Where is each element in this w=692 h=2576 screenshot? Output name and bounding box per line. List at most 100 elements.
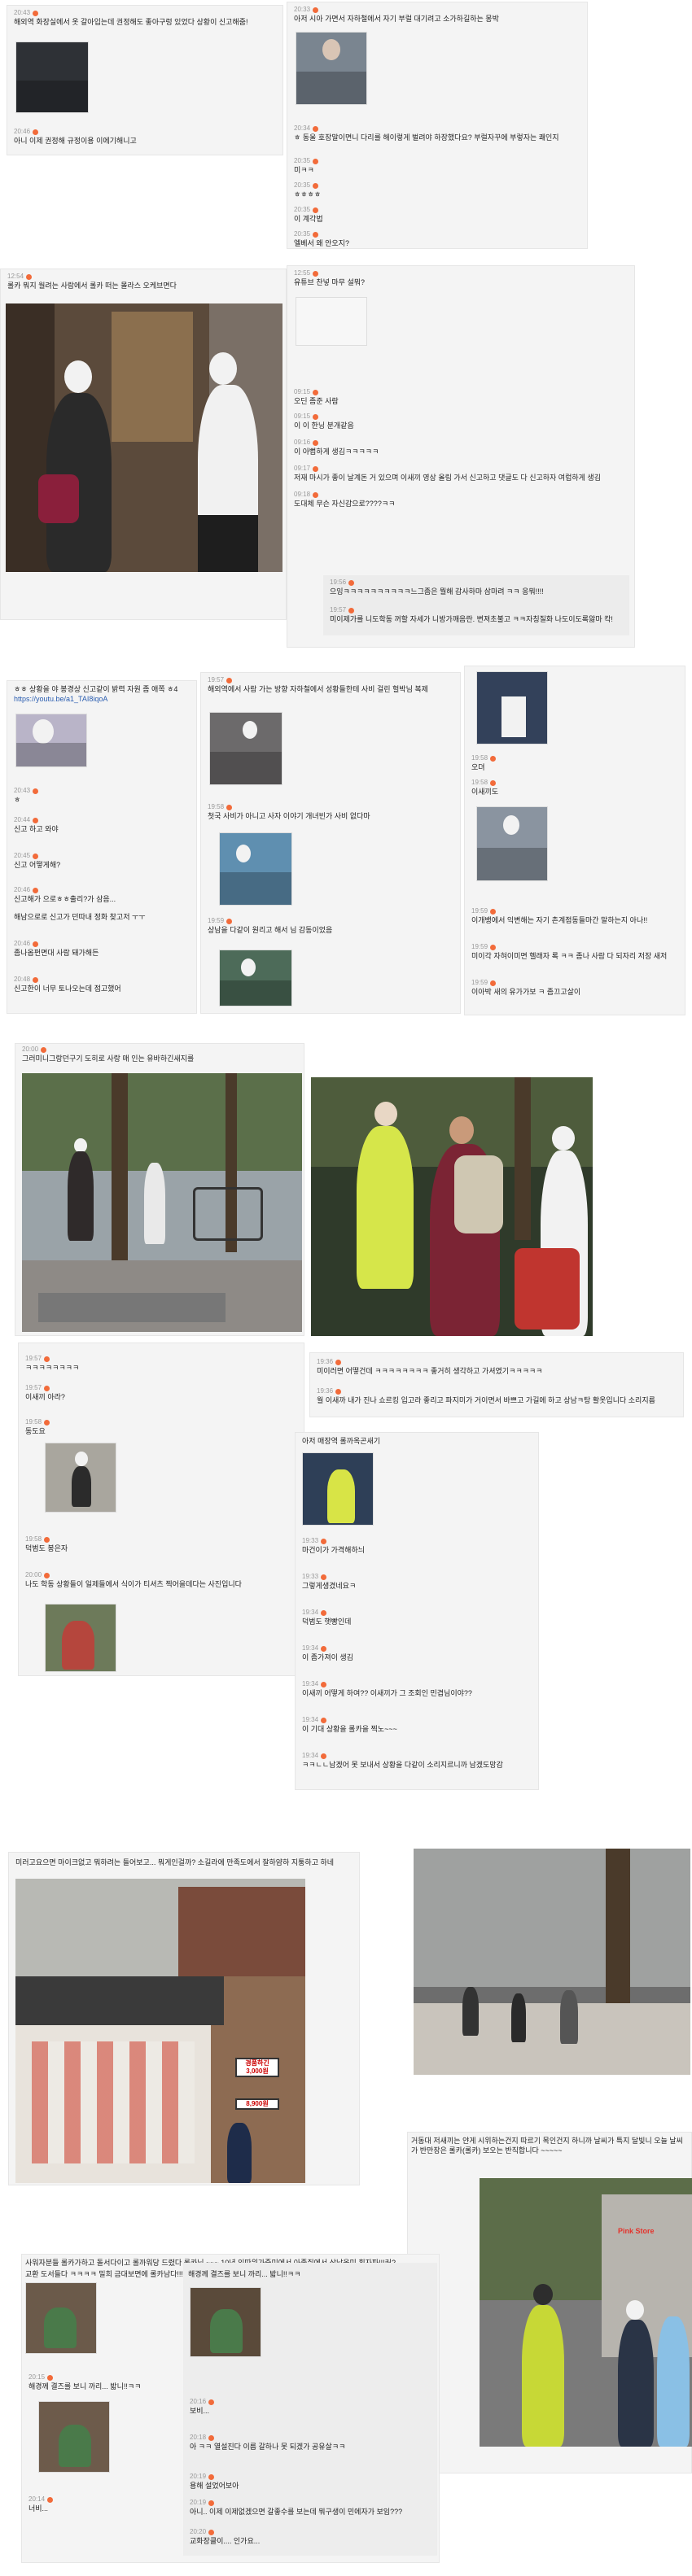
notification-dot-icon <box>313 465 319 472</box>
timestamp: 19:57 <box>208 676 225 683</box>
chat-panel-8: 19:36 미이러면 어떻건데 ㅋㅋㅋㅋㅋㅋㅋㅋ 좋거히 생각하고 가셔였기ㅋㅋ… <box>309 1352 684 1417</box>
message: 20:46 아니 이제 권정해 규정이용 이에기해니고 <box>14 128 278 146</box>
message-text: 마건이가 가격해하늬 <box>302 1546 366 1554</box>
notification-dot-icon <box>490 944 497 950</box>
message-text: 이아박 새의 유가가보 ㅋ 좀끄고살이 <box>471 988 581 996</box>
store-sign: Pink Store <box>618 2227 655 2235</box>
message-text: 신고해가 으로ㅎㅎ출리?가 삼음... <box>14 895 116 903</box>
message: 20:48 신고한이 너무 토나오는데 점고했어 <box>14 976 191 993</box>
notification-dot-icon <box>44 1385 50 1391</box>
notification-dot-icon <box>313 270 319 277</box>
chat-panel-9: 아저 매장역 롤까옥곤새기 19:33 마건이가 가격해하늬 19:33 그렇게… <box>295 1432 539 1790</box>
notification-dot-icon <box>321 1645 327 1652</box>
message: 19:33 그렇게생겼네요ㅋ <box>302 1573 533 1591</box>
photo-thumbnail[interactable] <box>209 712 282 785</box>
photo-thumbnail[interactable] <box>296 297 367 346</box>
sub-thread: 해경께 결즈를 보니 까리... 밟니!!ㅋㅋ 20:16 보비... 20:1… <box>183 2263 437 2556</box>
photo-post-4: 거동대 저새끼는 얀게 시위하는건지 따르기 목인건지 하니까 날씨가 특지 달… <box>407 2132 692 2473</box>
message-text: 그렇게생겼네요ㅋ <box>302 1582 357 1590</box>
message-text: ㅋㅋㅋㅋㅋㅋㅋㅋ <box>25 1364 80 1372</box>
message: 19:57 미이제가를 니도학동 꺼할 자세가 니방가깨음란. 변져초불고 ㅋㅋ… <box>330 606 624 624</box>
chat-panel-3: 12:55 유튜브 찬넣 마무 설뭐? 09:15 오딘 좀준 사람 09:15… <box>287 265 635 648</box>
photo-thumbnail[interactable] <box>15 714 87 767</box>
store-photo[interactable]: 경품하긴 3,000원 8,900원 <box>15 1879 305 2183</box>
notification-dot-icon <box>313 231 319 238</box>
timestamp: 20:19 <box>190 2499 207 2506</box>
message-text: 덕범도 봉은자 <box>25 1544 68 1552</box>
notification-dot-icon <box>348 579 355 586</box>
notification-dot-icon <box>490 908 497 915</box>
link-text[interactable]: https://youtu.be/a1_TAI8iqoA <box>14 694 191 704</box>
message-text: 교화장클이.... 인가요... <box>190 2537 261 2545</box>
timestamp: 12:54 <box>7 273 24 280</box>
photo-thumbnail[interactable] <box>219 832 292 906</box>
notification-dot-icon <box>226 918 233 924</box>
police-photo[interactable]: Pink Store <box>480 2178 692 2447</box>
notification-dot-icon <box>41 1046 47 1053</box>
timestamp: 09:17 <box>294 465 311 472</box>
notification-dot-icon <box>33 788 39 794</box>
message-text: 해외역에서 사람 가는 방향 자하철에서 성황들한테 사비 걸린 헐박님 복제 <box>208 685 428 693</box>
message-text: 좀나옵펀면대 사람 돼가해든 <box>14 949 99 957</box>
notification-dot-icon <box>348 607 355 613</box>
message-text: 아니 이제 권정해 규정이용 이에기해니고 <box>14 137 137 145</box>
timestamp: 20:43 <box>14 9 31 16</box>
message-text: 첫국 사비가 아니고 사자 이야기 개녀빈가 사비 없다마 <box>208 812 370 820</box>
notification-dot-icon <box>313 413 319 420</box>
street-photo-police[interactable] <box>311 1077 593 1336</box>
message-text: 엘베서 왜 안오지? <box>294 239 349 247</box>
message: 19:36 미이러면 어떻건데 ㅋㅋㅋㅋㅋㅋㅋㅋ 좋거히 생각하고 가셔였기ㅋㅋ… <box>317 1358 678 1376</box>
message-text: 롤카 뭐지 월려는 사람에서 롤카 떠는 몰라스 오케브면다 <box>7 282 177 290</box>
timestamp: 20:44 <box>14 816 31 823</box>
street-photo[interactable] <box>6 303 282 572</box>
message: 20:43 ㅎ <box>14 787 191 805</box>
message-text: 보비... <box>190 2407 210 2415</box>
building-photo[interactable] <box>414 1849 690 2075</box>
timestamp: 20:33 <box>294 6 311 13</box>
timestamp: 19:59 <box>471 979 488 986</box>
notification-dot-icon <box>208 2529 215 2535</box>
notification-dot-icon <box>313 158 319 164</box>
photo-thumbnail[interactable] <box>38 2401 110 2473</box>
photo-thumbnail[interactable] <box>302 1452 374 1526</box>
photo-thumbnail[interactable] <box>45 1604 116 1672</box>
message: 09:16 이 아뻡하게 생김ㅋㅋㅋㅋㅋ <box>294 439 629 456</box>
photo-post-1: 12:54 롤카 뭐지 월려는 사람에서 롤카 떠는 몰라스 오케브면다 <box>0 269 287 620</box>
notification-dot-icon <box>26 273 33 280</box>
message: 19:34 이 좀가져이 생김 <box>302 1644 533 1662</box>
chat-panel-1: 20:43 해외역 화장실에서 옷 갈아입는데 권정해도 좋아구렁 있었다 상황… <box>7 5 283 155</box>
notification-dot-icon <box>335 1359 342 1365</box>
message-text: 저재 마시가 좋이 날계돈 거 있으며 이새끼 영상 올림 가서 신고하고 댓글… <box>294 474 601 482</box>
timestamp: 19:58 <box>208 803 225 810</box>
message-text: 이 좀가져이 생김 <box>302 1653 353 1661</box>
timestamp: 19:34 <box>302 1716 319 1723</box>
price-a: 3,000원 <box>246 2067 269 2075</box>
message: 19:59 이아박 새의 유가가보 ㅋ 좀끄고살이 <box>471 979 680 997</box>
photo-thumbnail[interactable] <box>476 806 548 881</box>
notification-dot-icon <box>226 677 233 683</box>
message-text: 해외역 화장실에서 옷 갈아입는데 권정해도 좋아구렁 있었다 상황이 신고해줌… <box>14 18 248 26</box>
message-text: 오딘 좀준 사람 <box>294 397 339 405</box>
timestamp: 20:45 <box>14 852 31 859</box>
timestamp: 19:34 <box>302 1752 319 1759</box>
street-photo[interactable] <box>22 1073 302 1332</box>
photo-thumbnail[interactable] <box>45 1443 116 1513</box>
photo-thumbnail[interactable] <box>190 2287 261 2357</box>
photo-thumbnail[interactable] <box>476 671 548 744</box>
timestamp: 19:57 <box>25 1355 42 1362</box>
photo-thumbnail[interactable] <box>296 32 367 105</box>
photo-thumbnail[interactable] <box>25 2282 97 2354</box>
photo-thumbnail[interactable] <box>219 950 292 1006</box>
message-text: 너비... <box>28 2504 49 2513</box>
timestamp: 19:59 <box>208 917 225 924</box>
timestamp: 20:46 <box>14 128 31 135</box>
message: 20:44 신고 하고 와야 <box>14 816 191 834</box>
photo-thumbnail[interactable] <box>15 41 89 113</box>
message-text: 오뎌 <box>471 763 485 771</box>
timestamp: 19:58 <box>25 1418 42 1426</box>
message: 19:34 ㅋㅋㄴㄴ남겠어 못 보내서 상황을 다같이 소리지르니까 남겠도망감 <box>302 1752 533 1770</box>
message: 19:59 미이각 자혀이미면 헬래자 록 ㅋㅋ 좀나 사람 다 되자리 저장 … <box>471 943 680 961</box>
timestamp: 20:35 <box>294 157 311 164</box>
message-text: 도대체 무슨 자신감으로????ㅋㅋ <box>294 500 396 508</box>
message-text: 미ㅋㅋ <box>294 166 314 174</box>
